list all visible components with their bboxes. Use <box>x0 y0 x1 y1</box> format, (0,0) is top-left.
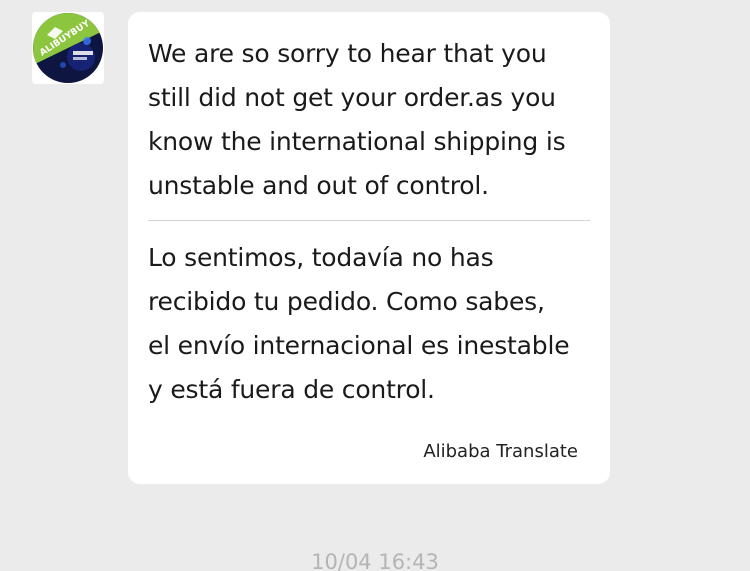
original-message-text: We are so sorry to hear that you still d… <box>148 39 566 200</box>
translation-divider <box>148 220 590 221</box>
avatar[interactable]: ALIBUYBUY <box>32 12 104 84</box>
alibuybuy-logo-icon: ALIBUYBUY <box>33 13 103 83</box>
chat-screen: ALIBUYBUY We are so sorry to hear that y… <box>0 0 750 571</box>
message-timestamp: 10/04 16:43 <box>311 550 439 571</box>
translation-source-label: Alibaba Translate <box>423 441 578 462</box>
message-bubble[interactable]: We are so sorry to hear that you still d… <box>128 12 610 484</box>
translated-message-text: Lo sentimos, todavía no has recibido tu … <box>148 243 570 404</box>
